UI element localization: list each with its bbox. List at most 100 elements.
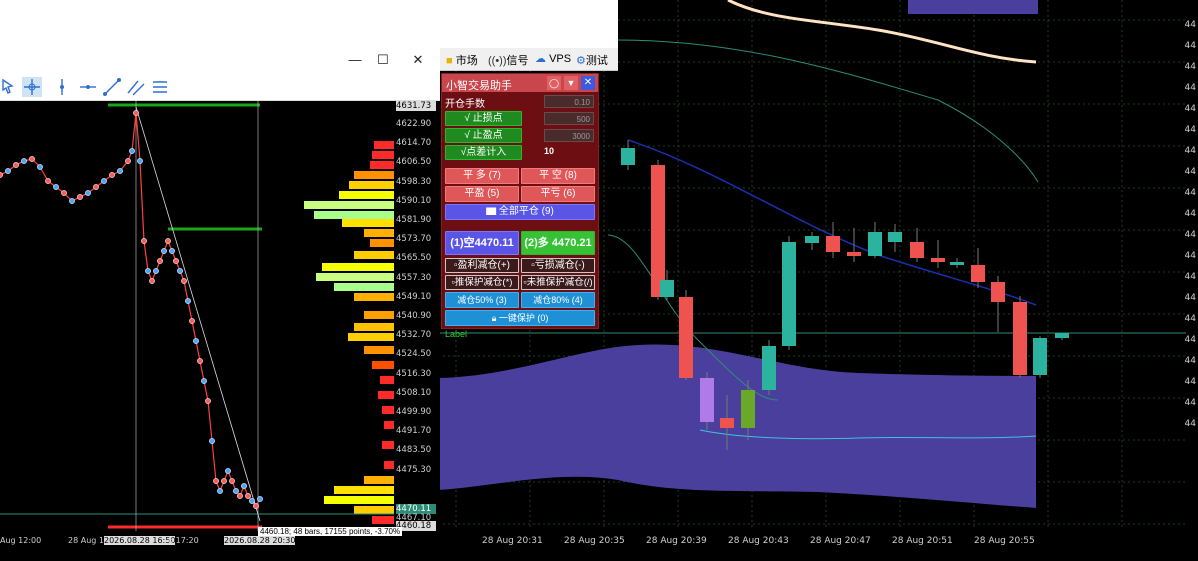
fibonacci-icon[interactable] xyxy=(150,77,170,97)
time-tick: 28 Aug 20:43 xyxy=(728,536,789,546)
time-tick: 28 Aug 20:55 xyxy=(974,536,1035,546)
trade-marker xyxy=(109,172,115,178)
bag-icon: ■ xyxy=(446,55,453,67)
trade-marker xyxy=(53,184,59,190)
trail-protect-button[interactable]: ▫推保护减仓(*) xyxy=(445,275,519,290)
open-lots-input[interactable]: 0.10 xyxy=(544,95,594,108)
close-loss-button[interactable]: 平亏 (6) xyxy=(521,186,595,202)
close-short-button[interactable]: 平 空 (8) xyxy=(521,168,595,184)
secondary-chart[interactable]: 4631.73 4622.90 4614.70 4606.50 4598.30 4590.… xyxy=(0,101,440,556)
open-lots-label: 开仓手数 xyxy=(445,99,485,110)
vertical-line-icon[interactable] xyxy=(52,77,72,97)
crosshair-icon[interactable] xyxy=(22,77,42,97)
close-long-button[interactable]: 平 多 (7) xyxy=(445,168,519,184)
signal-icon: ((•)) xyxy=(488,55,507,67)
candle xyxy=(847,252,861,256)
price-tick: 44 xyxy=(1184,335,1196,345)
cursor-icon[interactable] xyxy=(0,77,20,97)
trade-marker xyxy=(189,318,195,324)
price-tick: 44 xyxy=(1184,104,1196,114)
spread-toggle[interactable]: √点差计入 xyxy=(445,145,522,160)
candle xyxy=(621,148,635,165)
sell-button[interactable]: (1)空4470.11 xyxy=(445,231,519,255)
trade-marker xyxy=(13,162,19,168)
trade-marker xyxy=(137,158,143,164)
price-tick: 44 xyxy=(1184,167,1196,177)
market-menu[interactable]: ■ 市场 xyxy=(446,52,478,68)
secondary-price-tick: 4508.10 xyxy=(396,387,432,398)
trade-marker xyxy=(253,503,259,509)
take-profit-input[interactable]: 3000 xyxy=(544,129,594,142)
price-tick: 44 xyxy=(1184,230,1196,240)
volume-profile-bar xyxy=(348,333,394,341)
trade-marker xyxy=(209,438,215,444)
price-tick: 44 xyxy=(1184,314,1196,324)
secondary-price-tick: 4590.10 xyxy=(396,195,432,206)
secondary-price-tick: 4540.90 xyxy=(396,311,432,321)
secondary-price-tick: 4573.70 xyxy=(396,234,432,245)
trade-marker xyxy=(181,278,187,284)
price-tick: 44 xyxy=(1184,419,1196,429)
signals-menu[interactable]: ((•))信号 xyxy=(488,52,529,68)
volume-profile-bar xyxy=(370,161,394,169)
secondary-price-tick: 4532.70 xyxy=(396,330,432,341)
trade-marker xyxy=(101,178,107,184)
volume-profile-bar xyxy=(384,421,394,429)
volume-profile-bar xyxy=(378,391,394,399)
price-tick: 44 xyxy=(1184,293,1196,303)
vps-menu[interactable]: ☁ VPS xyxy=(535,52,571,65)
close-profit-button[interactable]: 平盈 (5) xyxy=(445,186,519,202)
volume-profile-bar xyxy=(374,141,394,149)
time-tick: 28 Aug 20:31 xyxy=(482,536,543,546)
trendline-icon[interactable] xyxy=(102,77,122,97)
trade-marker xyxy=(221,478,227,484)
price-tick: 44 xyxy=(1184,83,1196,93)
volume-profile-bar xyxy=(316,273,394,281)
secondary-price-tick: 4475.30 xyxy=(396,464,432,475)
tester-menu[interactable]: ⚙测试 xyxy=(576,52,608,68)
candle xyxy=(679,297,693,378)
secondary-chart-window: — ☐ ✕ 4631.73 4622.90 4614.70 4606.50 4598.3… xyxy=(0,46,440,556)
trade-marker xyxy=(141,238,147,244)
trade-marker xyxy=(173,258,179,264)
secondary-price-tick: 4491.70 xyxy=(396,426,432,437)
channel-icon[interactable] xyxy=(126,77,146,97)
collapse-icon[interactable]: ▼ xyxy=(564,76,578,90)
time-tick: 28 Aug 20:35 xyxy=(564,536,625,546)
take-profit-toggle[interactable]: √ 止盈点 xyxy=(445,128,522,143)
one-key-protect-button[interactable]: 🔒︎ 一键保护 (0) xyxy=(445,310,595,326)
trade-marker xyxy=(169,248,175,254)
reduce-80-button[interactable]: 减仓80% (4) xyxy=(521,292,595,308)
secondary-price-tick: 4565.50 xyxy=(396,253,432,264)
close-all-button[interactable]: ▆ 全部平仓 (9) xyxy=(445,204,595,220)
stop-loss-toggle[interactable]: √ 止损点 xyxy=(445,111,522,126)
volume-profile-bar xyxy=(354,171,394,179)
buy-button[interactable]: (2)多 4470.21 xyxy=(521,231,595,255)
time-tick: 28 Aug 20:47 xyxy=(810,536,871,546)
menu-strip: ■ 市场 ((•))信号 ☁ VPS ⚙测试 xyxy=(440,48,618,71)
refresh-icon[interactable]: ◯ xyxy=(547,76,561,90)
volume-profile-bar xyxy=(364,311,394,319)
window-close-button[interactable]: ✕ xyxy=(395,46,441,74)
trade-marker xyxy=(93,184,99,190)
no-trail-protect-button[interactable]: ▫未推保护减仓(/) xyxy=(521,275,595,290)
trade-marker xyxy=(133,110,139,116)
trade-marker xyxy=(117,168,123,174)
candle xyxy=(1013,302,1027,375)
reduce-50-button[interactable]: 减仓50% (3) xyxy=(445,292,519,308)
volume-profile-bar xyxy=(372,151,394,159)
time-tick: 28 Aug 20:51 xyxy=(892,536,953,546)
stop-loss-input[interactable]: 500 xyxy=(544,112,594,125)
horizontal-line-icon[interactable] xyxy=(78,77,98,97)
trade-marker xyxy=(197,358,203,364)
trade-marker xyxy=(225,468,231,474)
trade-marker xyxy=(193,338,199,344)
reduce-profit-button[interactable]: ▫盈利减仓(+) xyxy=(445,258,519,273)
close-icon[interactable]: ✕ xyxy=(581,76,595,90)
reduce-loss-button[interactable]: ▫亏损减仓(-) xyxy=(521,258,595,273)
trade-marker xyxy=(69,198,75,204)
volume-profile-bar xyxy=(372,361,394,369)
secondary-time-tick: 2026.08.28 16:50 xyxy=(104,536,176,545)
volume-profile-bar xyxy=(314,211,394,219)
secondary-price-tick: 4557.30 xyxy=(396,272,432,283)
